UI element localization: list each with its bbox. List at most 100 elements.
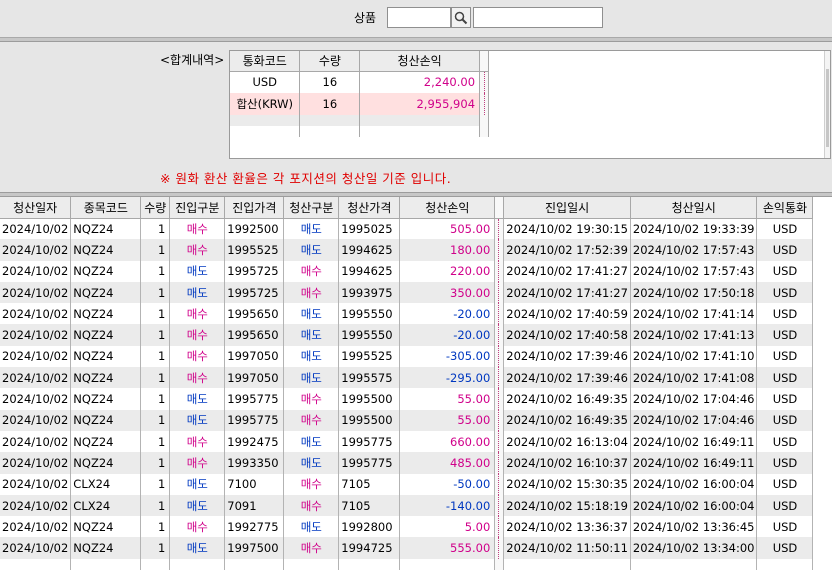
trade-entry-time: 2024/10/02 17:41:27 (503, 260, 631, 282)
trade-entry-side: 매도 (169, 537, 226, 559)
table-row[interactable]: 2024/10/02 NQZ24 1 매수 1992500 매도 1995025 505.00… (0, 218, 814, 240)
row-gap (494, 494, 505, 517)
trade-exit-date: 2024/10/02 (0, 388, 72, 410)
table-row[interactable]: 2024/10/02 NQZ24 1 매수 1997050 매도 1995525 -305.0… (0, 345, 814, 368)
trade-exit-price: 1995575 (338, 367, 401, 389)
trade-symbol: NQZ24 (70, 324, 142, 346)
summary-row-total[interactable]: 합산(KRW) 16 2,955,904 (230, 93, 830, 115)
trade-pnl: 55.00 (399, 388, 496, 410)
summary-row[interactable]: USD 16 2,240.00 (230, 71, 830, 93)
table-row[interactable]: 2024/10/02 NQZ24 1 매도 1997500 매수 1994725 555.00… (0, 537, 814, 559)
trade-exit-side: 매도 (283, 324, 340, 346)
table-row[interactable]: 2024/10/02 NQZ24 1 매수 1997050 매도 1995575 -295.0… (0, 367, 814, 389)
trade-exit-side: 매도 (283, 516, 340, 538)
trade-pnl: 485.00 (399, 452, 496, 474)
col-exit-side[interactable]: 청산구분 (283, 197, 340, 219)
col-exit-time[interactable]: 청산일시 (630, 197, 758, 219)
table-row[interactable]: 2024/10/02 NQZ24 1 매수 1993350 매도 1995775 485.00… (0, 452, 814, 474)
trade-exit-price: 1994725 (338, 537, 401, 559)
row-gap (494, 239, 505, 261)
trade-exit-date: 2024/10/02 (0, 345, 72, 368)
trade-exit-date: 2024/10/02 (0, 409, 72, 431)
table-row[interactable]: 2024/10/02 NQZ24 1 매수 1995650 매도 1995550 -20.00… (0, 324, 814, 346)
trade-currency: USD (756, 324, 814, 346)
trade-exit-date: 2024/10/02 (0, 473, 72, 495)
summary-currency: USD (230, 71, 301, 93)
trade-currency: USD (756, 537, 814, 559)
summary-empty-row (230, 115, 830, 126)
trade-symbol: NQZ24 (70, 345, 142, 368)
trade-entry-side: 매도 (169, 473, 226, 495)
trade-entry-price: 7100 (224, 473, 285, 495)
table-row[interactable]: 2024/10/02 CLX24 1 매도 7091 매수 7105 -140.00 2024/… (0, 494, 814, 517)
trade-pnl: -305.00 (399, 345, 496, 368)
table-row[interactable]: 2024/10/02 NQZ24 1 매수 1995650 매도 1995550 -20.00… (0, 303, 814, 325)
table-row[interactable]: 2024/10/02 CLX24 1 매도 7100 매수 7105 -50.00 2024/1… (0, 473, 814, 495)
row-gap (494, 345, 505, 368)
product-code-input[interactable] (387, 7, 451, 28)
trade-exit-date: 2024/10/02 (0, 494, 72, 517)
trade-entry-side: 매수 (169, 345, 226, 368)
trade-exit-side: 매도 (283, 218, 340, 240)
trade-exit-date: 2024/10/02 (0, 303, 72, 325)
trade-currency: USD (756, 494, 814, 517)
trade-exit-side: 매수 (283, 473, 340, 495)
trade-entry-price: 1995650 (224, 324, 285, 346)
table-row[interactable]: 2024/10/02 NQZ24 1 매수 1995525 매도 1994625 180.00… (0, 239, 814, 261)
trade-qty: 1 (140, 388, 171, 410)
trade-exit-price: 7105 (338, 494, 401, 517)
trade-exit-time: 2024/10/02 17:41:13 (630, 324, 758, 346)
summary-scrollbar-thumb[interactable] (826, 69, 829, 147)
trade-exit-time: 2024/10/02 17:04:46 (630, 409, 758, 431)
summary-col-qty[interactable]: 수량 (299, 51, 361, 72)
product-name-field[interactable] (473, 7, 603, 28)
trade-symbol: NQZ24 (70, 409, 142, 431)
table-row[interactable]: 2024/10/02 NQZ24 1 매수 1992475 매도 1995775 660.00… (0, 430, 814, 453)
summary-col-pnl[interactable]: 청산손익 (359, 51, 481, 72)
table-row[interactable]: 2024/10/02 NQZ24 1 매도 1995725 매수 1994625 220.00… (0, 260, 814, 282)
product-search-button[interactable] (451, 7, 471, 28)
trade-grid[interactable]: 청산일자 종목코드 수량 진입구분 진입가격 청산구분 청산가격 청산손익 진입… (0, 197, 832, 570)
trade-symbol: NQZ24 (70, 430, 142, 453)
col-qty[interactable]: 수량 (140, 197, 171, 219)
table-row[interactable]: 2024/10/02 NQZ24 1 매도 1995775 매수 1995500 55.00 2… (0, 409, 814, 431)
trade-entry-side: 매수 (169, 303, 226, 325)
trade-qty: 1 (140, 239, 171, 261)
trade-pnl: 55.00 (399, 409, 496, 431)
trade-symbol: NQZ24 (70, 367, 142, 389)
trade-currency: USD (756, 516, 814, 538)
table-row[interactable]: 2024/10/02 NQZ24 1 매도 1995775 매수 1995500 55.00 2… (0, 388, 814, 410)
table-row[interactable]: 2024/10/02 NQZ24 1 매도 1995725 매수 1993975 350.00… (0, 281, 814, 304)
trade-entry-price: 7091 (224, 494, 285, 517)
col-exit-price[interactable]: 청산가격 (338, 197, 401, 219)
trade-qty: 1 (140, 367, 171, 389)
table-row[interactable]: 2024/10/02 NQZ24 1 매수 1992775 매도 1992800 5.00 20… (0, 516, 814, 538)
trade-exit-time: 2024/10/02 16:49:11 (630, 452, 758, 474)
summary-scrollbar[interactable] (824, 51, 830, 158)
trade-exit-price: 1995500 (338, 409, 401, 431)
trade-qty: 1 (140, 430, 171, 453)
trade-symbol: NQZ24 (70, 260, 142, 282)
summary-grid[interactable]: 통화코드 수량 청산손익 USD 16 2,240.00 합산(KRW) 16 … (229, 50, 831, 159)
trade-exit-price: 1995025 (338, 218, 401, 240)
col-entry-time[interactable]: 진입일시 (503, 197, 631, 219)
trade-entry-time: 2024/10/02 16:49:35 (503, 409, 631, 431)
trade-entry-price: 1997050 (224, 367, 285, 389)
trade-currency: USD (756, 345, 814, 368)
trade-exit-time: 2024/10/02 19:33:39 (630, 218, 758, 240)
trade-entry-time: 2024/10/02 17:39:46 (503, 367, 631, 389)
col-entry-price[interactable]: 진입가격 (224, 197, 285, 219)
table-row-empty (0, 558, 814, 570)
col-pnl[interactable]: 청산손익 (399, 197, 496, 219)
col-exit-date[interactable]: 청산일자 (0, 197, 72, 219)
trade-qty: 1 (140, 324, 171, 346)
summary-col-currency[interactable]: 통화코드 (230, 51, 301, 72)
col-symbol[interactable]: 종목코드 (70, 197, 142, 219)
trade-exit-time: 2024/10/02 17:04:46 (630, 388, 758, 410)
trade-exit-time: 2024/10/02 17:41:14 (630, 303, 758, 325)
col-entry-side[interactable]: 진입구분 (169, 197, 226, 219)
summary-col-gap (479, 51, 490, 72)
trade-entry-side: 매도 (169, 260, 226, 282)
trade-pnl: 180.00 (399, 239, 496, 261)
col-currency[interactable]: 손익통화 (756, 197, 814, 219)
